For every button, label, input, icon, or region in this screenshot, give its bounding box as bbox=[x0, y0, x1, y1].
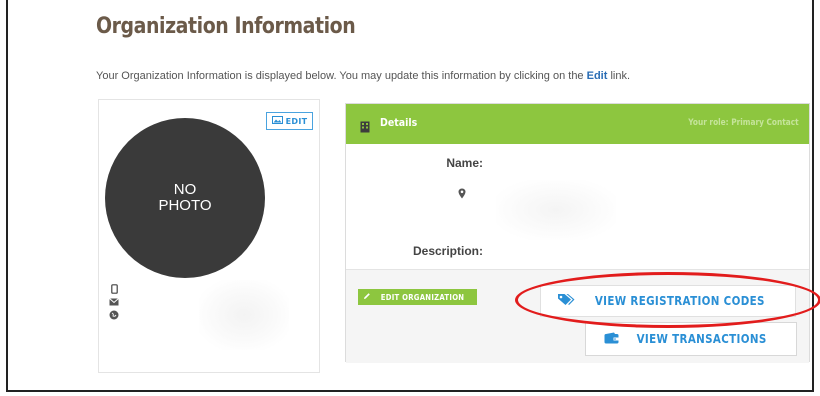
view-registration-codes-label: VIEW REGISTRATION CODES bbox=[595, 294, 765, 308]
details-actions: EDIT ORGANIZATION VIEW REGISTRATION CODE… bbox=[346, 269, 809, 363]
intro-text-end: link. bbox=[607, 70, 631, 82]
image-icon bbox=[271, 116, 283, 126]
role-text: Your role: Primary Contact bbox=[688, 118, 799, 128]
view-transactions-label: VIEW TRANSACTIONS bbox=[636, 332, 768, 346]
envelope-icon bbox=[109, 297, 119, 307]
details-header: Details Your role: Primary Contact bbox=[346, 104, 809, 144]
intro-text: Your Organization Information is display… bbox=[96, 70, 630, 82]
organization-photo-card: NO PHOTO EDIT bbox=[98, 99, 320, 373]
edit-photo-label: EDIT bbox=[285, 116, 308, 126]
wallet-icon bbox=[604, 332, 619, 347]
page-title: Organization Information bbox=[96, 14, 356, 39]
edit-organization-button[interactable]: EDIT ORGANIZATION bbox=[358, 289, 477, 305]
description-label: Description: bbox=[412, 244, 483, 258]
tags-icon bbox=[557, 293, 575, 309]
contact-icons bbox=[109, 284, 119, 320]
map-pin-icon bbox=[458, 184, 466, 203]
redacted-contact-area bbox=[199, 280, 289, 350]
view-transactions-button[interactable]: VIEW TRANSACTIONS bbox=[585, 322, 797, 356]
view-registration-codes-button[interactable]: VIEW REGISTRATION CODES bbox=[540, 285, 796, 317]
details-card: Details Your role: Primary Contact Name:… bbox=[345, 103, 810, 363]
mobile-icon bbox=[109, 284, 119, 294]
intro-edit-link[interactable]: Edit bbox=[587, 70, 608, 82]
no-photo-line-2: PHOTO bbox=[158, 197, 212, 214]
building-icon bbox=[360, 118, 370, 137]
pencil-icon bbox=[363, 292, 371, 302]
globe-icon bbox=[109, 310, 119, 320]
intro-text-start: Your Organization Information is display… bbox=[96, 70, 587, 82]
details-title: Details bbox=[380, 116, 418, 129]
edit-photo-button[interactable]: EDIT bbox=[266, 112, 313, 130]
name-label: Name: bbox=[446, 156, 483, 170]
edit-organization-label: EDIT ORGANIZATION bbox=[381, 292, 465, 302]
no-photo-line-1: NO bbox=[173, 181, 197, 198]
no-photo-placeholder: NO PHOTO bbox=[105, 118, 265, 278]
redacted-address-area bbox=[496, 180, 616, 240]
